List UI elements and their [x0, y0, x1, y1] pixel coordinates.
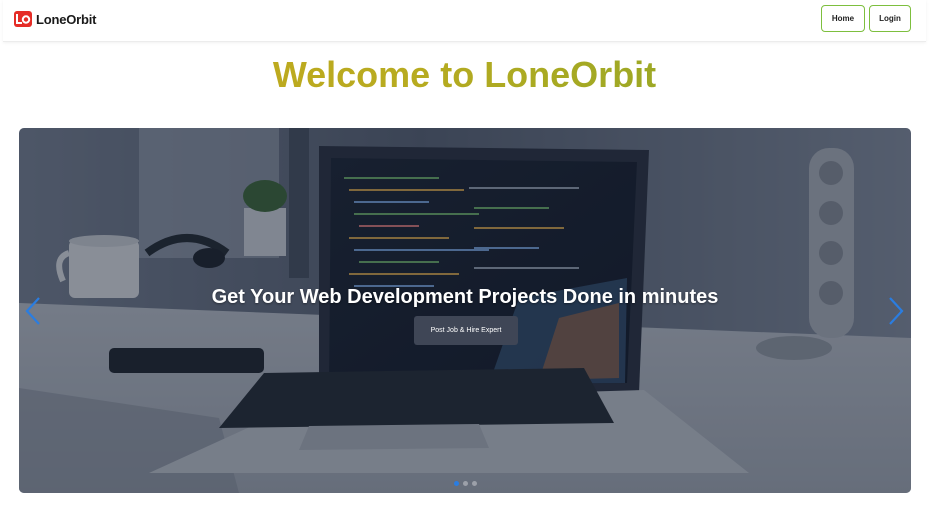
brand-link[interactable]: LoneOrbit: [14, 9, 97, 29]
login-button[interactable]: Login: [869, 5, 911, 32]
navbar: LoneOrbit Home Login: [3, 0, 926, 42]
page-title: Welcome to LoneOrbit: [0, 54, 929, 96]
slide-caption-title: Get Your Web Development Projects Done i…: [211, 286, 719, 308]
loneorbit-logo-icon: [14, 11, 32, 27]
chevron-left-icon: [25, 297, 40, 325]
post-job-button[interactable]: Post Job & Hire Expert: [414, 316, 518, 345]
chevron-right-icon: [889, 297, 904, 325]
carousel-indicator-3[interactable]: [471, 481, 477, 486]
carousel-prev-button[interactable]: [24, 296, 42, 326]
carousel-indicators: [19, 481, 911, 486]
brand-name: LoneOrbit: [36, 11, 97, 27]
hero-carousel: Get Your Web Development Projects Done i…: [19, 128, 911, 493]
home-button[interactable]: Home: [821, 5, 865, 32]
carousel-next-button[interactable]: [887, 296, 905, 326]
carousel-indicator-1[interactable]: [453, 481, 459, 486]
carousel-indicator-2[interactable]: [462, 481, 468, 486]
